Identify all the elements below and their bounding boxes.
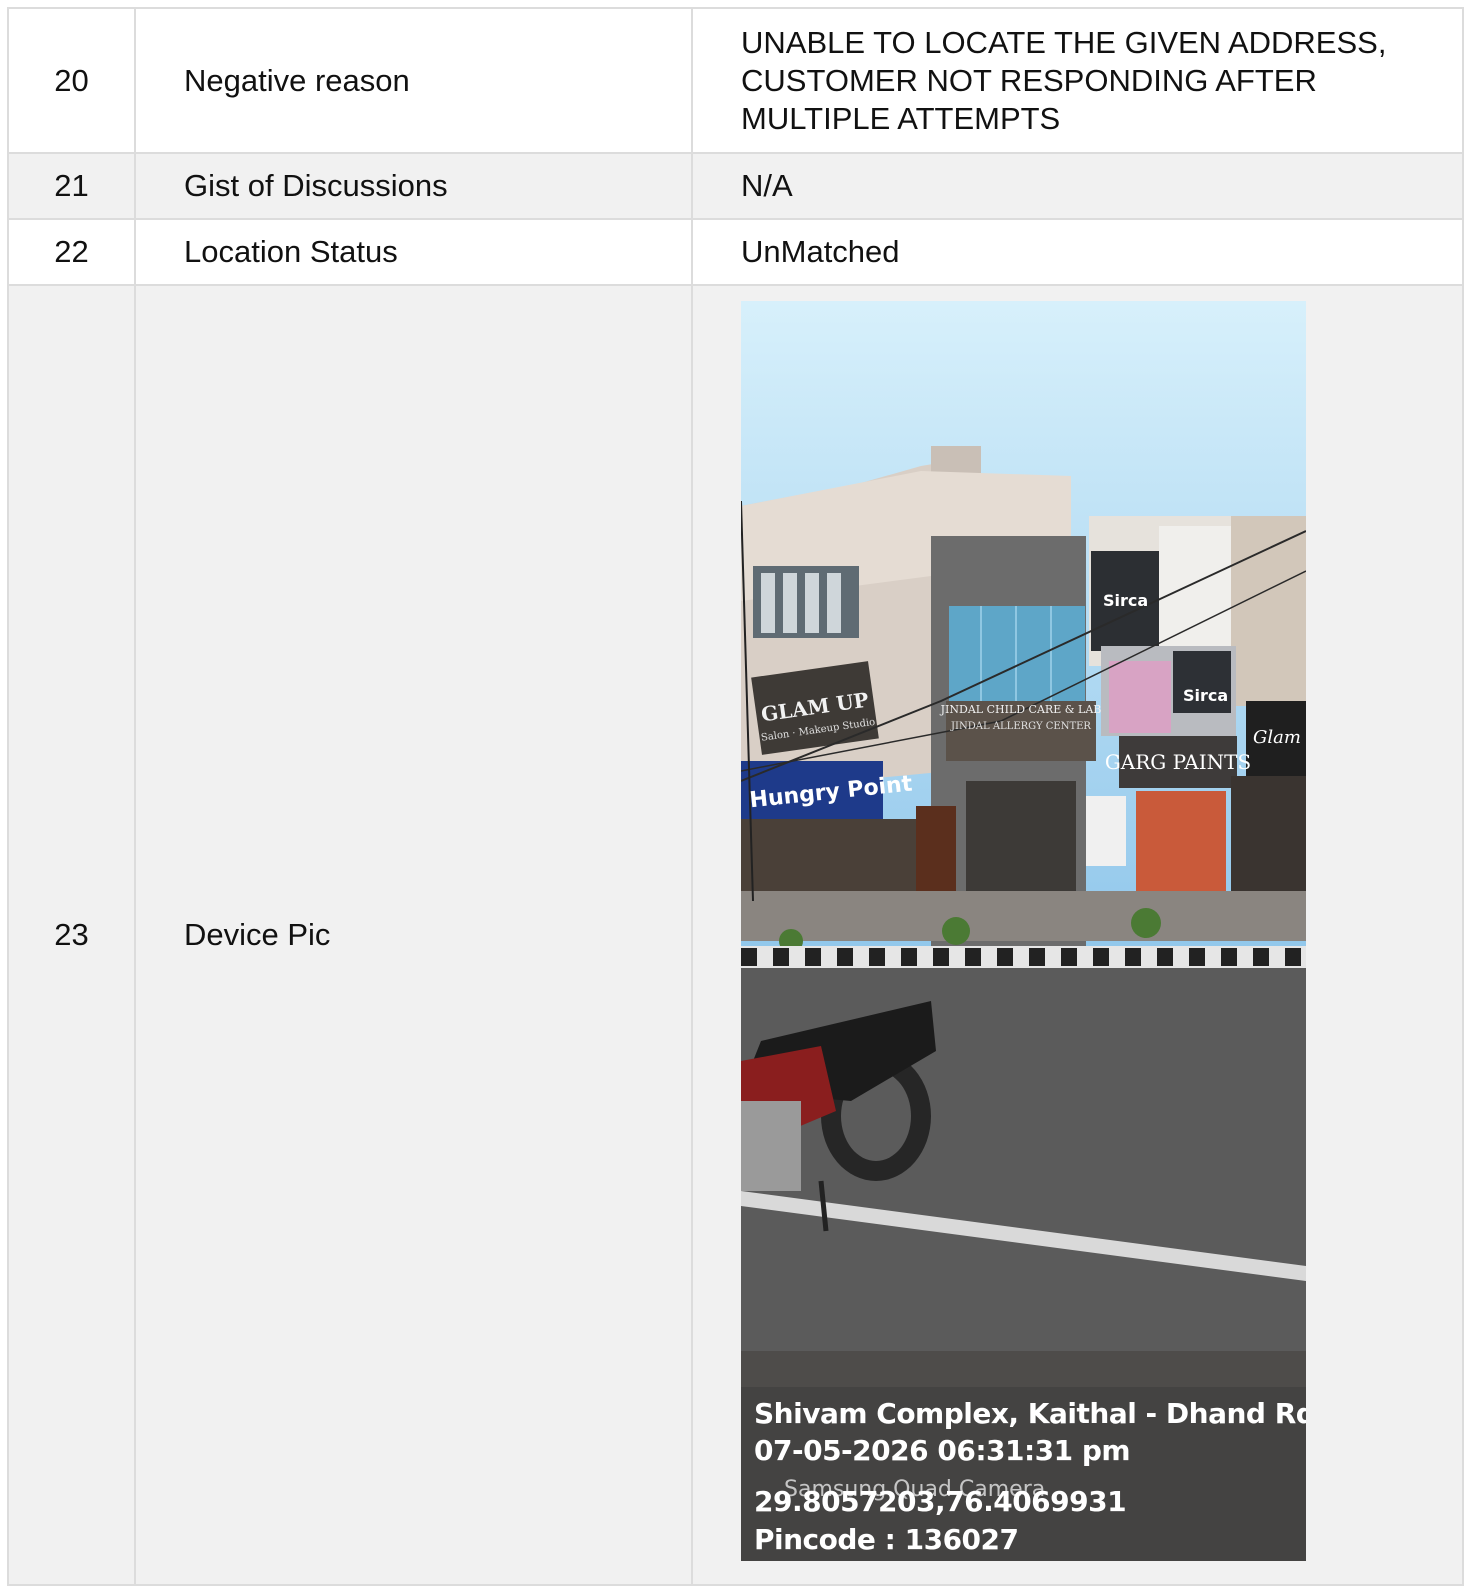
row-label: Device Pic [134,284,693,1586]
row-value: UnMatched [691,218,1464,286]
photo-geotag-overlay: Shivam Complex, Kaithal - Dhand Rd, ... … [741,1387,1306,1561]
photo-address: Shivam Complex, Kaithal - Dhand Rd, ... [754,1397,1306,1430]
table-row: 20 Negative reason UNABLE TO LOCATE THE … [7,7,1464,154]
sign-sirca-top: Sirca [1103,591,1148,610]
row-value: N/A [691,152,1464,220]
street-scene-image: GLAM UP Salon · Makeup Studio Hungry Poi… [741,301,1306,1561]
photo-coordinates: 29.8057203,76.4069931 [754,1485,1127,1518]
sign-allergy-center: JINDAL ALLERGY CENTER [950,721,1091,732]
device-photo[interactable]: GLAM UP Salon · Makeup Studio Hungry Poi… [741,301,1306,1561]
sign-sirca-mid: Sirca [1183,686,1228,705]
row-number: 23 [7,284,136,1586]
row-label: Gist of Discussions [134,152,693,220]
row-number: 21 [7,152,136,220]
photo-datetime: 07-05-2026 06:31:31 pm [754,1434,1131,1467]
row-label: Location Status [134,218,693,286]
sign-child-care: JINDAL CHILD CARE & LAB [940,703,1102,716]
sign-garg-paints: GARG PAINTS [1105,750,1251,774]
table-row: 22 Location Status UnMatched [7,218,1464,286]
row-number: 22 [7,218,136,286]
report-table: 20 Negative reason UNABLE TO LOCATE THE … [7,7,1464,1586]
row-label: Negative reason [134,7,693,154]
table-row: 21 Gist of Discussions N/A [7,152,1464,220]
photo-pincode: Pincode : 136027 [754,1523,1019,1556]
row-value: UNABLE TO LOCATE THE GIVEN ADDRESS, CUST… [691,7,1464,154]
device-pic-cell: GLAM UP Salon · Makeup Studio Hungry Poi… [691,284,1464,1586]
sign-glam-right: Glam [1253,727,1301,748]
table-row: 23 Device Pic GLAM UP Salon · Makeup Stu… [7,284,1464,1586]
row-number: 20 [7,7,136,154]
